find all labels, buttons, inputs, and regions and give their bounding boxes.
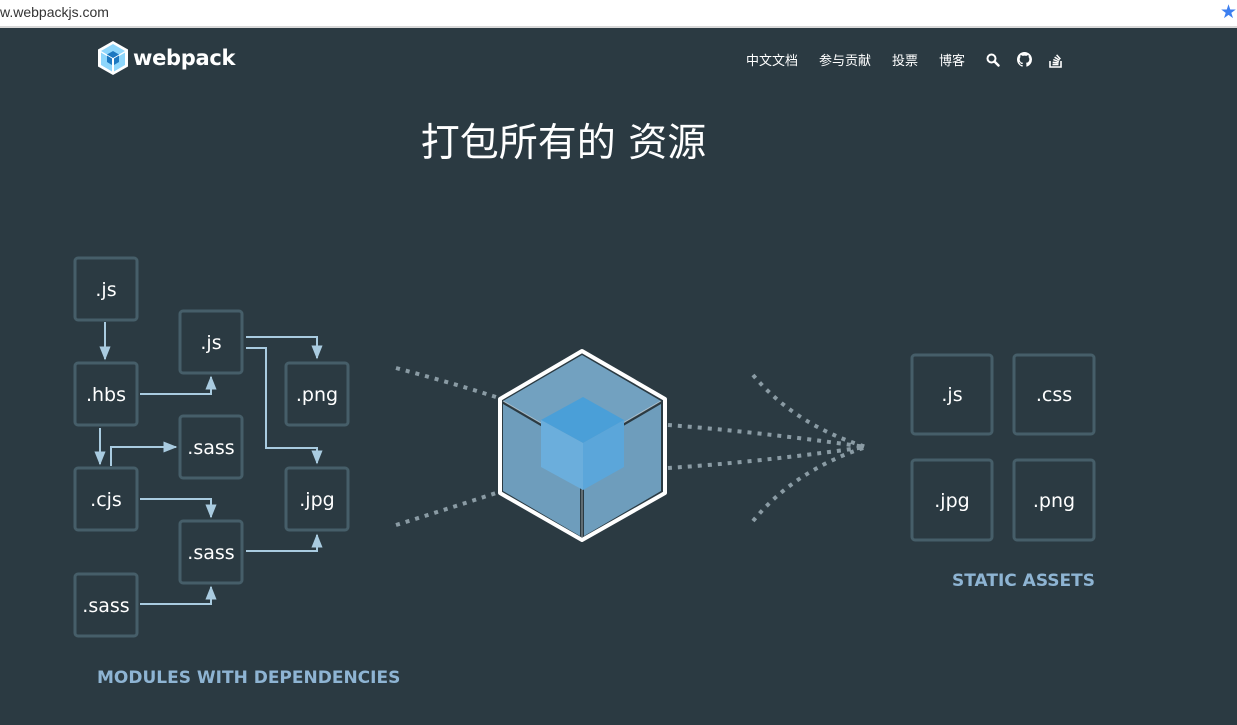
- webpack-cube-icon: [498, 349, 667, 542]
- module-label: .sass: [187, 437, 234, 459]
- module-label: .js: [200, 332, 221, 354]
- module-js-1: .js: [73, 256, 139, 322]
- module-label: .hbs: [86, 384, 126, 406]
- output-flow-lines: [667, 373, 867, 523]
- bundle-diagram: .js .js .png .hbs .sass .cjs .jpg .sass …: [73, 256, 1096, 638]
- module-label: .sass: [82, 595, 129, 617]
- asset-jpg: .jpg: [910, 458, 994, 542]
- input-flow-lines: [395, 366, 506, 527]
- module-sass-1: .sass: [178, 414, 244, 480]
- module-label: .jpg: [299, 489, 334, 511]
- arrow-cjs-to-sass: [110, 441, 178, 466]
- arrow-sass-to-sass: [140, 585, 217, 605]
- module-label: .sass: [187, 542, 234, 564]
- modules-caption: MODULES WITH DEPENDENCIES: [97, 668, 401, 688]
- module-label: .js: [95, 279, 116, 301]
- asset-css: .css: [1012, 353, 1096, 436]
- asset-label: .jpg: [934, 490, 969, 512]
- arrow-sass-to-jpg: [246, 533, 323, 552]
- arrow-cjs-to-sass-2: [140, 498, 217, 519]
- module-hbs: .hbs: [73, 361, 139, 427]
- asset-label: .js: [941, 384, 962, 406]
- assets-caption: STATIC ASSETS: [952, 571, 1096, 591]
- asset-label: .png: [1033, 490, 1075, 512]
- asset-label: .css: [1036, 384, 1072, 406]
- module-cjs: .cjs: [73, 466, 139, 532]
- module-label: .cjs: [90, 489, 122, 511]
- module-jpg: .jpg: [284, 466, 350, 532]
- module-png: .png: [284, 361, 350, 427]
- asset-js: .js: [910, 353, 994, 436]
- module-sass-3: .sass: [73, 572, 139, 638]
- module-js-2: .js: [178, 309, 244, 375]
- module-label: .png: [296, 384, 338, 406]
- arrow-hbs-to-js: [140, 375, 217, 395]
- asset-png: .png: [1012, 458, 1096, 542]
- module-sass-2: .sass: [178, 519, 244, 585]
